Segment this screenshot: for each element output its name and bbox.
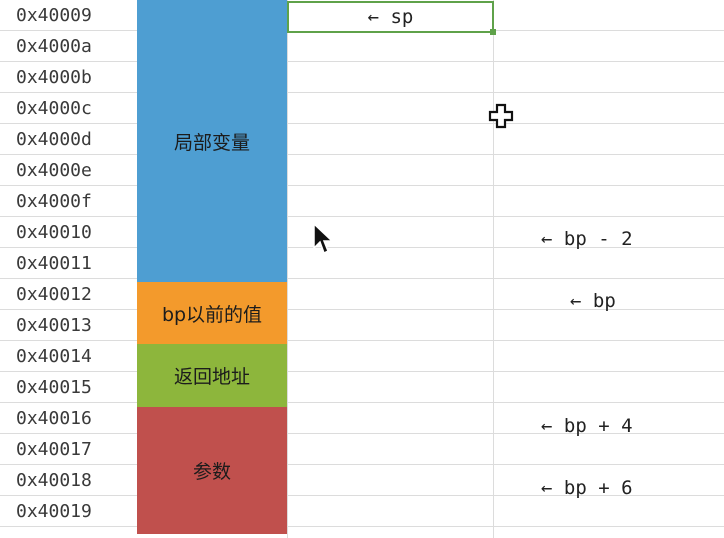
fill-handle[interactable] (490, 29, 496, 35)
saved-bp-label: bp以前的值 (161, 303, 263, 326)
address-cell: 0x4000b (16, 67, 92, 88)
table-row[interactable]: 0x4000e (0, 155, 724, 186)
address-cell: 0x40010 (16, 222, 92, 243)
memory-layout-sheet: 0x40009 0x4000a 0x4000b 0x4000c 0x4000d … (0, 0, 724, 538)
table-row[interactable]: 0x4000f (0, 186, 724, 217)
table-row[interactable]: 0x4000a (0, 31, 724, 62)
address-cell: 0x40016 (16, 408, 92, 429)
address-cell: 0x4000a (16, 36, 92, 57)
address-cell: 0x40013 (16, 315, 92, 336)
address-cell: 0x40017 (16, 439, 92, 460)
table-row[interactable]: 0x40014 (0, 341, 724, 372)
bp-plus-6-label: ← bp + 6 (541, 477, 633, 499)
column-divider (493, 0, 494, 538)
address-cell: 0x40015 (16, 377, 92, 398)
address-cell: 0x40012 (16, 284, 92, 305)
parameters-label: 参数 (192, 461, 231, 483)
crosshair-plus-icon (488, 103, 514, 129)
address-cell: 0x4000e (16, 160, 92, 181)
selected-cell[interactable]: ← sp (287, 1, 496, 35)
address-cell: 0x4000c (16, 98, 92, 119)
parameters-block[interactable]: 参数 (137, 407, 287, 534)
local-variables-label: 局部变量 (173, 131, 250, 154)
address-cell: 0x40014 (16, 346, 92, 367)
sp-pointer-label: ← sp (367, 5, 414, 28)
bp-minus-2-label: ← bp - 2 (541, 228, 633, 250)
table-row[interactable]: 0x40015 (0, 372, 724, 403)
return-address-block[interactable]: 返回地址 (137, 344, 287, 407)
bp-label: ← bp (570, 290, 616, 312)
bp-plus-4-label: ← bp + 4 (541, 415, 633, 437)
address-cell: 0x4000d (16, 129, 92, 150)
table-row[interactable]: 0x4000b (0, 62, 724, 93)
address-cell: 0x40019 (16, 501, 92, 522)
address-cell: 0x4000f (16, 191, 92, 212)
return-address-label: 返回地址 (173, 366, 250, 388)
table-row[interactable]: 0x4000d (0, 124, 724, 155)
address-cell: 0x40011 (16, 253, 92, 274)
column-divider (287, 0, 288, 538)
address-cell: 0x40018 (16, 470, 92, 491)
mouse-pointer-icon (313, 222, 334, 255)
local-variables-block[interactable]: 局部变量 (137, 0, 287, 282)
saved-bp-block[interactable]: bp以前的值 (137, 282, 287, 344)
table-row[interactable]: 0x4000c (0, 93, 724, 124)
address-cell: 0x40009 (16, 5, 92, 26)
